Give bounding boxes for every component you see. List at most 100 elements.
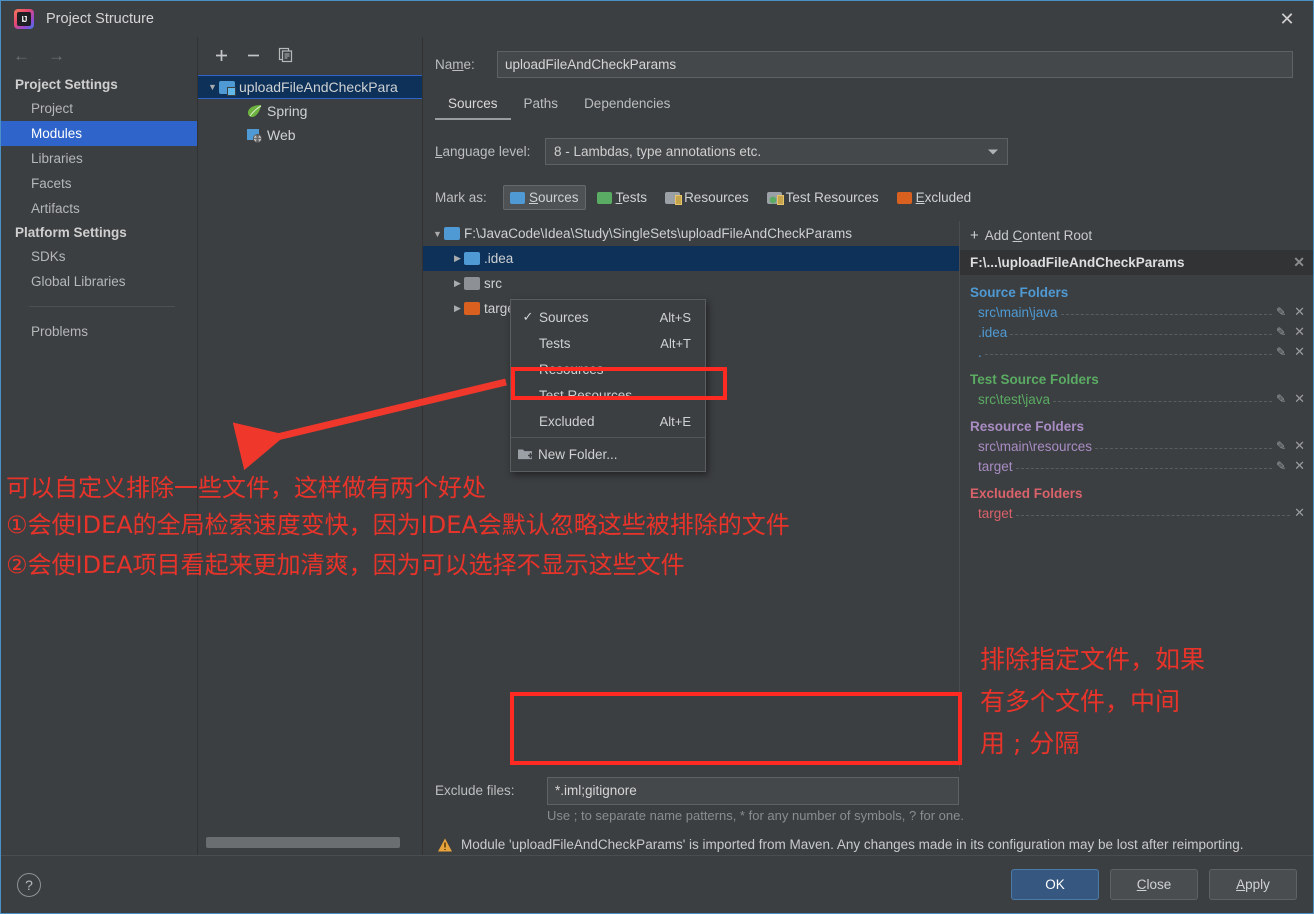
- add-module-icon[interactable]: [214, 48, 229, 63]
- check-icon: ✓: [522, 309, 534, 324]
- close-icon[interactable]: ✕: [1265, 4, 1309, 34]
- content-root-child-src[interactable]: ▶ src: [423, 271, 959, 296]
- sidebar-item-facets[interactable]: Facets: [1, 171, 197, 196]
- expand-triangle-icon[interactable]: ▼: [206, 82, 219, 92]
- source-folder-row[interactable]: .idea ✎ ✕: [960, 322, 1313, 342]
- folder-path: .: [978, 344, 982, 360]
- facet-label-web: Web: [267, 127, 296, 143]
- excluded-folder-row[interactable]: target ✕: [960, 503, 1313, 523]
- excluded-folders-title: Excluded Folders: [970, 486, 1083, 501]
- content-roots-detail-panel: + Add Content Root F:\...\uploadFileAndC…: [959, 221, 1313, 771]
- context-menu-item-excluded[interactable]: Excluded Alt+E: [511, 408, 705, 434]
- folder-icon: [464, 252, 480, 265]
- context-menu-item-tests[interactable]: Tests Alt+T: [511, 330, 705, 356]
- mark-as-tests-button[interactable]: Tests: [590, 185, 655, 210]
- tab-dependencies[interactable]: Dependencies: [571, 92, 683, 120]
- modules-tree-item-module[interactable]: ▼ uploadFileAndCheckPara: [198, 75, 422, 99]
- folder-icon: [464, 302, 480, 315]
- remove-module-icon[interactable]: [246, 48, 261, 63]
- edit-pencil-icon[interactable]: ✎: [1276, 439, 1286, 453]
- modules-tree-item-web[interactable]: Web: [198, 123, 422, 147]
- sidebar-group-platform-settings: Platform Settings: [15, 225, 127, 240]
- test-source-folder-row[interactable]: src\test\java ✎ ✕: [960, 389, 1313, 409]
- sidebar-item-global-libraries[interactable]: Global Libraries: [1, 269, 197, 294]
- remove-content-root-icon[interactable]: ✕: [1293, 254, 1305, 271]
- sidebar-item-artifacts[interactable]: Artifacts: [1, 196, 197, 221]
- ok-button[interactable]: OK: [1011, 869, 1099, 900]
- remove-icon[interactable]: ✕: [1294, 458, 1305, 474]
- editor-tabs: Sources Paths Dependencies: [423, 92, 1313, 120]
- folder-path: src\main\resources: [978, 438, 1093, 454]
- module-name-input[interactable]: [497, 51, 1293, 78]
- chevron-down-icon: [988, 149, 998, 154]
- edit-pencil-icon[interactable]: ✎: [1276, 305, 1286, 319]
- context-menu-item-resources[interactable]: Resources: [511, 356, 705, 382]
- sidebar-item-modules[interactable]: Modules: [1, 121, 197, 146]
- plus-icon: +: [970, 227, 979, 244]
- scrollbar-thumb[interactable]: [206, 837, 400, 848]
- remove-icon[interactable]: ✕: [1294, 324, 1305, 340]
- content-root-header-label: F:\...\uploadFileAndCheckParams: [970, 255, 1185, 270]
- add-content-root-button[interactable]: + Add Content Root: [960, 221, 1313, 250]
- dotted-filler: [984, 345, 1273, 355]
- folder-icon: [444, 227, 460, 240]
- sidebar-item-problems[interactable]: Problems: [1, 319, 197, 344]
- resource-folder-row[interactable]: src\main\resources ✎ ✕: [960, 436, 1313, 456]
- mark-as-resources-button[interactable]: Resources: [658, 185, 756, 210]
- edit-pencil-icon[interactable]: ✎: [1276, 392, 1286, 406]
- maven-warning-row: Module 'uploadFileAndCheckParams' is imp…: [423, 825, 1313, 855]
- folder-path: src\test\java: [978, 391, 1051, 407]
- mark-as-test-resources-button[interactable]: Test Resources: [760, 185, 886, 210]
- settings-sidebar: ← → Project Settings Project Modules Lib…: [1, 37, 198, 855]
- sidebar-item-libraries[interactable]: Libraries: [1, 146, 197, 171]
- mark-as-excluded-button[interactable]: Excluded: [890, 185, 979, 210]
- resource-folders-title: Resource Folders: [970, 419, 1085, 434]
- mark-as-sources-label: Sources: [529, 190, 579, 205]
- remove-icon[interactable]: ✕: [1294, 344, 1305, 360]
- spring-leaf-icon: [246, 104, 263, 119]
- copy-module-icon[interactable]: [278, 47, 294, 63]
- source-folder-row[interactable]: src\main\java ✎ ✕: [960, 302, 1313, 322]
- mark-as-sources-button[interactable]: Sources: [503, 185, 586, 210]
- sidebar-item-project[interactable]: Project: [1, 96, 197, 121]
- context-menu-accelerator: Alt+E: [659, 413, 691, 429]
- collapse-triangle-icon[interactable]: ▶: [451, 253, 464, 264]
- expand-triangle-icon[interactable]: ▼: [431, 229, 444, 239]
- resources-folder-icon: [665, 191, 683, 205]
- collapse-triangle-icon[interactable]: ▶: [451, 278, 464, 289]
- back-arrow-icon[interactable]: ←: [13, 47, 30, 64]
- new-folder-icon: [517, 447, 534, 461]
- modules-tree-item-spring[interactable]: Spring: [198, 99, 422, 123]
- help-icon[interactable]: ?: [17, 872, 41, 897]
- modules-horizontal-scrollbar[interactable]: [206, 837, 401, 848]
- context-menu-item-test-resources[interactable]: Test Resources: [511, 382, 705, 408]
- resource-folder-row[interactable]: target ✎ ✕: [960, 456, 1313, 476]
- tab-paths[interactable]: Paths: [511, 92, 572, 120]
- web-facet-icon: [246, 128, 263, 143]
- edit-pencil-icon[interactable]: ✎: [1276, 325, 1286, 339]
- context-menu-divider: [511, 437, 705, 438]
- close-button[interactable]: Close: [1110, 869, 1198, 900]
- sidebar-item-sdks[interactable]: SDKs: [1, 244, 197, 269]
- content-root-child-idea[interactable]: ▶ .idea: [423, 246, 959, 271]
- remove-icon[interactable]: ✕: [1294, 438, 1305, 454]
- edit-pencil-icon[interactable]: ✎: [1276, 345, 1286, 359]
- remove-icon[interactable]: ✕: [1294, 391, 1305, 407]
- apply-button[interactable]: Apply: [1209, 869, 1297, 900]
- content-root-child-label: .idea: [484, 251, 514, 266]
- forward-arrow-icon[interactable]: →: [48, 47, 65, 64]
- tab-sources[interactable]: Sources: [435, 92, 511, 120]
- edit-pencil-icon[interactable]: ✎: [1276, 459, 1286, 473]
- modules-toolbar: [198, 37, 422, 73]
- remove-icon[interactable]: ✕: [1294, 304, 1305, 320]
- remove-icon[interactable]: ✕: [1294, 505, 1305, 521]
- source-folder-row[interactable]: . ✎ ✕: [960, 342, 1313, 362]
- context-menu-item-sources[interactable]: ✓ Sources Alt+S: [511, 304, 705, 330]
- collapse-triangle-icon[interactable]: ▶: [451, 303, 464, 314]
- exclude-files-input[interactable]: [547, 776, 959, 805]
- content-root-row[interactable]: ▼ F:\JavaCode\Idea\Study\SingleSets\uplo…: [423, 221, 959, 246]
- context-menu-label: New Folder...: [538, 446, 618, 462]
- mark-as-excluded-label: Excluded: [915, 190, 972, 205]
- context-menu-item-new-folder[interactable]: New Folder...: [511, 441, 705, 467]
- language-level-select[interactable]: 8 - Lambdas, type annotations etc.: [545, 138, 1008, 165]
